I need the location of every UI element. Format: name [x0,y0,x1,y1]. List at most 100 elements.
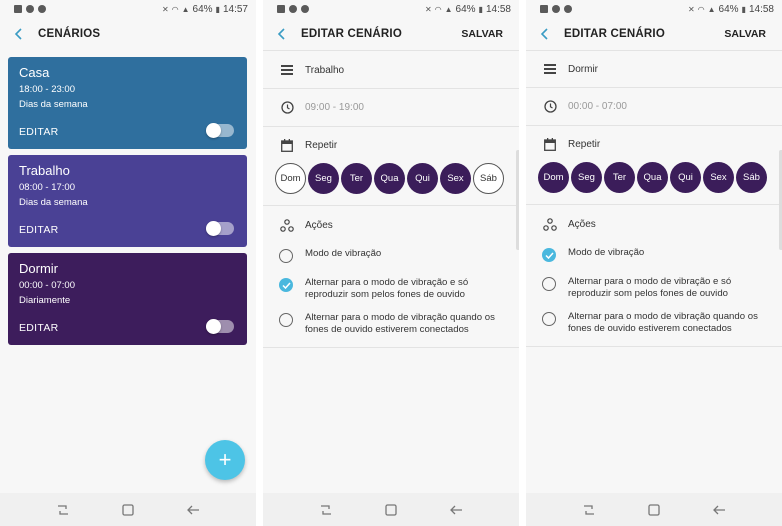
option-vibrate[interactable]: Modo de vibração [542,247,774,262]
battery-icon: ▮ [478,4,483,14]
scenario-card-dormir[interactable]: Dormir 00:00 - 07:00 Diariamente EDITAR [8,253,247,345]
day-tue[interactable]: Ter [341,163,372,194]
signal-icon: ▲ [181,4,190,14]
option-vibrate-headphones-connected[interactable]: Alternar para o modo de vibração quando … [542,311,774,335]
back-button[interactable] [10,25,28,43]
repeat-header: Repetir [263,135,519,155]
radio-button[interactable] [542,312,556,326]
page-title: CENÁRIOS [38,28,101,40]
scenario-toggle[interactable] [206,221,234,236]
radio-button[interactable] [279,313,293,327]
nav-back-button[interactable] [445,499,467,521]
scenario-name: Dormir [19,261,58,276]
calendar-icon [542,136,558,152]
radio-button-selected[interactable] [542,248,556,262]
nodes-icon [279,217,295,233]
notification-icons [540,5,572,13]
scenario-toggle[interactable] [206,319,234,334]
notification-icons [277,5,309,13]
option-vibrate-headphones-sound[interactable]: Alternar para o modo de vibração e só re… [279,277,511,301]
option-label: Modo de vibração [568,247,645,258]
menu-lines-icon [542,61,558,77]
divider [526,204,782,205]
divider [263,205,519,206]
clock-time: 14:58 [748,3,774,15]
home-icon [648,503,660,516]
back-button[interactable] [536,25,554,43]
menu-lines-icon [279,62,295,78]
day-thu[interactable]: Qui [670,162,701,193]
recent-apps-button[interactable] [52,499,74,521]
scenario-time-field[interactable]: 09:00 - 19:00 [263,97,519,117]
radio-button-selected[interactable] [279,278,293,292]
wifi-icon: ◠ [697,4,705,14]
day-wed[interactable]: Qua [637,162,668,193]
home-button[interactable] [643,499,665,521]
repeat-header: Repetir [526,134,782,154]
day-sun[interactable]: Dom [275,163,306,194]
day-mon[interactable]: Seg [571,162,602,193]
recent-apps-button[interactable] [578,499,600,521]
day-sat[interactable]: Sáb [473,163,504,194]
edit-button[interactable]: EDITAR [19,322,59,334]
scenario-toggle[interactable] [206,123,234,138]
mute-icon: ✕ [424,4,432,14]
status-bar: ✕ ◠ ▲ 64% ▮ 14:58 [526,0,782,18]
save-button[interactable]: SALVAR [724,28,766,40]
radio-button[interactable] [542,277,556,291]
toggle-knob [206,123,221,138]
edit-button[interactable]: EDITAR [19,126,59,138]
system-icons: ✕ ◠ ▲ 64% ▮ 14:58 [425,4,511,15]
radio-button[interactable] [279,249,293,263]
scenario-repeat: Dias da semana [19,99,88,110]
recent-apps-button[interactable] [315,499,337,521]
spotify-icon [38,5,46,13]
day-fri[interactable]: Sex [703,162,734,193]
edit-button[interactable]: EDITAR [19,224,59,236]
scenarios-screen: ✕ ◠ ▲ 64% ▮ 14:57 CENÁRIOS Casa 18:00 - … [0,0,256,526]
save-button[interactable]: SALVAR [461,28,503,40]
scenario-name-field[interactable]: Trabalho [263,60,519,80]
nodes-icon [542,216,558,232]
option-label: Alternar para o modo de vibração e só re… [568,276,732,299]
back-button[interactable] [273,25,291,43]
check-icon [281,281,291,289]
home-button[interactable] [380,499,402,521]
option-vibrate-headphones-sound[interactable]: Alternar para o modo de vibração e só re… [542,276,774,300]
home-button[interactable] [117,499,139,521]
image-icon [14,5,22,13]
day-thu[interactable]: Qui [407,163,438,194]
skype-icon [26,5,34,13]
day-fri[interactable]: Sex [440,163,471,194]
weekday-selector: Dom Seg Ter Qua Qui Sex Sáb [275,163,511,194]
divider [526,87,782,88]
option-label: Alternar para o modo de vibração quando … [568,311,758,334]
option-vibrate-headphones-connected[interactable]: Alternar para o modo de vibração quando … [279,312,511,336]
edge-panel-handle[interactable] [516,150,519,250]
nav-back-icon [187,505,200,514]
scenario-card-casa[interactable]: Casa 18:00 - 23:00 Dias da semana EDITAR [8,57,247,149]
day-mon[interactable]: Seg [308,163,339,194]
day-tue[interactable]: Ter [604,162,635,193]
scenario-card-trabalho[interactable]: Trabalho 08:00 - 17:00 Dias da semana ED… [8,155,247,247]
divider [526,125,782,126]
scenario-name-field[interactable]: Dormir [526,59,782,79]
option-vibrate[interactable]: Modo de vibração [279,248,511,263]
nav-back-button[interactable] [182,499,204,521]
scenario-time-field[interactable]: 00:00 - 07:00 [526,96,782,116]
add-scenario-button[interactable]: + [205,440,245,480]
navigation-bar [526,493,782,526]
spotify-icon [301,5,309,13]
day-sun[interactable]: Dom [538,162,569,193]
day-sat[interactable]: Sáb [736,162,767,193]
divider [526,50,782,51]
spotify-icon [564,5,572,13]
battery-level: 64% [718,3,739,15]
scenario-name-value: Dormir [568,63,598,75]
mute-icon: ✕ [687,4,695,14]
navigation-bar [263,493,519,526]
nav-back-button[interactable] [708,499,730,521]
arrow-left-icon [277,28,285,40]
day-wed[interactable]: Qua [374,163,405,194]
app-bar: EDITAR CENÁRIO SALVAR [526,22,782,46]
